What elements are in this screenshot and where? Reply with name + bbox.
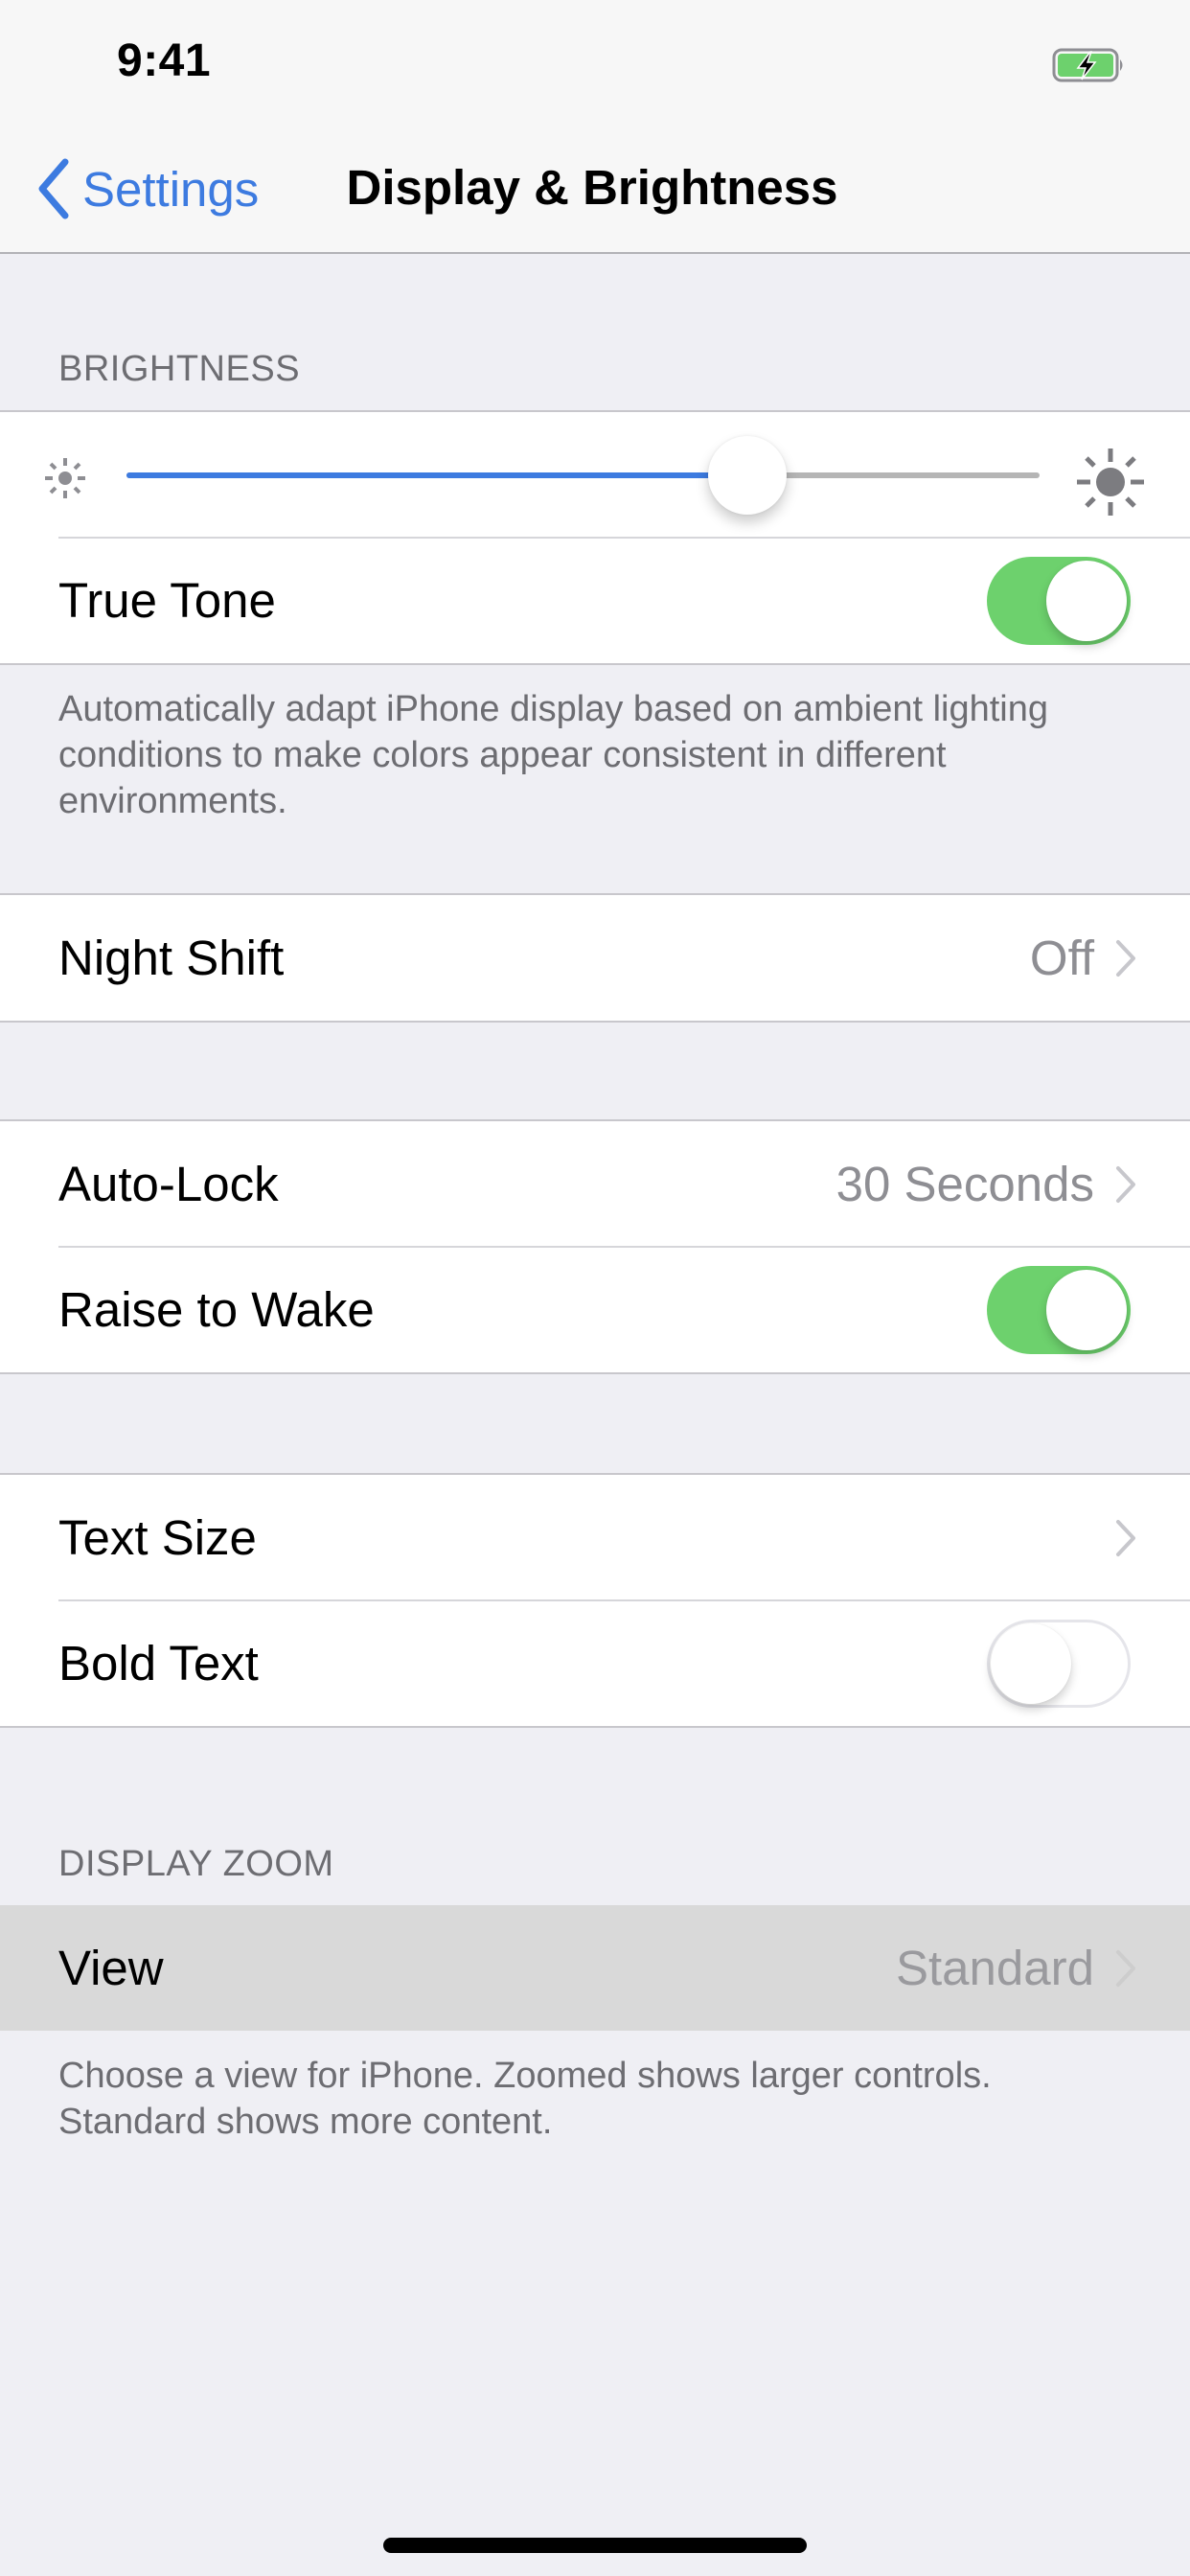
bold-text-row: Bold Text	[0, 1599, 1190, 1726]
toggle-knob	[1046, 1269, 1127, 1350]
raise-to-wake-row: Raise to Wake	[0, 1246, 1190, 1372]
brightness-slider-fill	[126, 472, 748, 478]
navigation-bar: Settings Display & Brightness	[0, 126, 1190, 254]
sun-small-icon	[45, 458, 85, 498]
brightness-group: True Tone	[0, 410, 1190, 665]
page-title: Display & Brightness	[346, 160, 838, 215]
lock-group: Auto-Lock 30 Seconds Raise to Wake	[0, 1119, 1190, 1374]
chevron-right-icon	[1116, 1949, 1135, 1987]
view-row[interactable]: View Standard	[0, 1905, 1190, 2031]
true-tone-footer: Automatically adapt iPhone display based…	[58, 689, 1048, 821]
bold-text-label: Bold Text	[58, 1636, 259, 1690]
section-header-brightness: BRIGHTNESS	[58, 349, 301, 389]
night-shift-label: Night Shift	[58, 931, 285, 985]
raise-to-wake-toggle[interactable]	[987, 1265, 1131, 1354]
toggle-knob	[991, 1622, 1071, 1704]
view-value: Standard	[896, 1941, 1094, 1995]
chevron-right-icon	[1116, 1165, 1135, 1203]
display-zoom-group: View Standard	[0, 1905, 1190, 2031]
brightness-slider-thumb[interactable]	[708, 436, 788, 515]
brightness-slider-row	[0, 412, 1190, 538]
home-indicator[interactable]	[383, 2538, 807, 2553]
display-zoom-footer: Choose a view for iPhone. Zoomed shows l…	[58, 2056, 992, 2142]
battery-charging-icon	[1052, 48, 1123, 82]
raise-to-wake-label: Raise to Wake	[58, 1282, 375, 1337]
night-shift-value: Off	[1029, 931, 1094, 985]
text-size-label: Text Size	[58, 1510, 257, 1565]
sun-large-icon	[1077, 448, 1144, 516]
auto-lock-row[interactable]: Auto-Lock 30 Seconds	[0, 1121, 1190, 1247]
chevron-right-icon	[1116, 1519, 1135, 1556]
chevron-right-icon	[1116, 939, 1135, 977]
view-label: View	[58, 1941, 164, 1995]
toggle-knob	[1046, 560, 1127, 641]
status-time: 9:41	[117, 35, 212, 86]
auto-lock-value: 30 Seconds	[835, 1157, 1094, 1211]
night-shift-group: Night Shift Off	[0, 893, 1190, 1023]
auto-lock-label: Auto-Lock	[58, 1157, 279, 1211]
night-shift-row[interactable]: Night Shift Off	[0, 895, 1190, 1021]
text-group: Text Size Bold Text	[0, 1473, 1190, 1728]
section-header-display-zoom: DISPLAY ZOOM	[58, 1844, 334, 1884]
bold-text-toggle[interactable]	[987, 1619, 1131, 1708]
true-tone-row: True Tone	[0, 537, 1190, 663]
true-tone-label: True Tone	[58, 573, 276, 628]
brightness-slider[interactable]	[126, 436, 1040, 515]
text-size-row[interactable]: Text Size	[0, 1475, 1190, 1600]
true-tone-toggle[interactable]	[987, 556, 1131, 645]
status-bar: 9:41	[0, 0, 1190, 126]
